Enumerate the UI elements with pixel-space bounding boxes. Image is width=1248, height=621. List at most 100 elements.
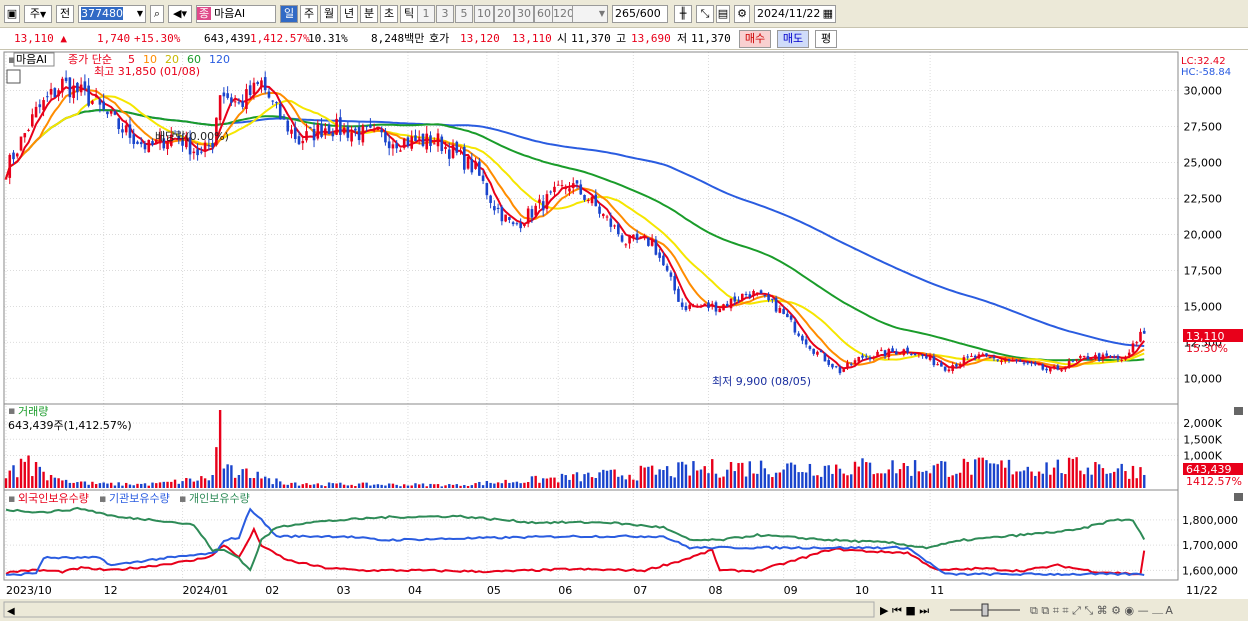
window-icon[interactable]: ▣ <box>4 5 20 23</box>
volume-bar <box>662 470 665 488</box>
volume-close-icon[interactable] <box>1234 407 1243 415</box>
candle-body <box>801 335 804 341</box>
candle-icon[interactable]: ╫ <box>674 5 692 23</box>
volume-bar <box>493 483 496 488</box>
interval-3[interactable]: 3 <box>436 5 454 23</box>
candle-body <box>617 224 620 235</box>
candle-body <box>778 307 782 313</box>
holdings-tick-label: 1,700,000 <box>1182 539 1238 552</box>
volume-bar <box>237 475 241 488</box>
candle-body <box>350 132 353 142</box>
volume-bar <box>876 473 879 488</box>
stock-chart[interactable]: 30,000 27,500 25,000 22,500 20,000 17,500 15,0… <box>0 50 1248 621</box>
tab-4[interactable]: 분 <box>360 5 378 23</box>
candle-body <box>1015 359 1018 361</box>
volume-bar <box>38 466 42 488</box>
volume-bar <box>188 478 192 488</box>
candle-body <box>996 359 1000 361</box>
buy-button[interactable]: 매수 <box>739 30 771 48</box>
tool-icons[interactable]: ⧉ ⧉ ⌗ ⌗ ⤢ ⤡ ⌘ ⚙ ◉ — ⎼ A <box>1030 604 1173 617</box>
volume-bar <box>632 479 635 488</box>
holdings-legend-0: 외국인보유수량 <box>18 492 89 505</box>
volume-bar <box>64 479 68 488</box>
volume-bar <box>406 485 410 488</box>
volume-bar <box>16 477 19 488</box>
horizontal-scrollbar[interactable] <box>3 601 875 618</box>
volume-bar <box>883 473 887 488</box>
save-icon[interactable]: ▤ <box>716 5 730 23</box>
volume-bar <box>906 466 909 488</box>
table-icon[interactable] <box>6 69 21 84</box>
candle-body <box>222 92 226 97</box>
tab-2[interactable]: 월 <box>320 5 338 23</box>
date-value: 2024/11/22 <box>757 7 821 20</box>
interval-120[interactable]: 120 <box>552 5 574 23</box>
tab-5[interactable]: 초 <box>380 5 398 23</box>
volume-bar <box>342 484 346 488</box>
line-tool-icon[interactable]: ⤡ <box>696 5 714 23</box>
candle-body <box>632 234 635 238</box>
zoom-slider-thumb[interactable] <box>981 603 989 617</box>
candle-body <box>226 93 229 98</box>
interval-30[interactable]: 30 <box>514 5 534 23</box>
change-percent: +15.30% <box>134 32 181 45</box>
current-pct-tag: 15.30% <box>1186 342 1228 355</box>
candle-body <box>94 96 98 98</box>
date-field[interactable]: 2024/11/22 ▦ <box>754 5 836 23</box>
candle-body <box>444 146 447 150</box>
candle-body <box>1071 360 1075 362</box>
candle-body <box>320 124 323 137</box>
volume-bar <box>804 472 808 488</box>
nav-next-icon[interactable]: ▶ ⏮ ■ ⏭ <box>880 604 929 617</box>
holdings-legend-dot: ▪ <box>8 492 15 505</box>
volume-bar <box>466 486 470 488</box>
tab-6[interactable]: 틱 <box>400 5 418 23</box>
candle-body <box>23 133 27 138</box>
candle-body <box>102 101 105 110</box>
volume-bar <box>162 481 165 488</box>
candle-body <box>256 82 259 85</box>
candle-body <box>4 178 8 180</box>
sell-button[interactable]: 매도 <box>777 30 809 48</box>
candle-body <box>752 290 755 296</box>
candle-body <box>586 200 590 202</box>
interval-5[interactable]: 5 <box>455 5 473 23</box>
scroll-left-icon[interactable]: ◀ <box>7 606 15 617</box>
interval-1[interactable]: 1 <box>417 5 435 23</box>
count-field[interactable]: 265/600 <box>612 5 668 23</box>
candle-body <box>583 194 586 200</box>
volume-bar <box>1049 474 1052 488</box>
avg-button[interactable]: 평 <box>815 30 837 48</box>
tab-3[interactable]: 년 <box>340 5 358 23</box>
code-input[interactable]: 377480 ▼ <box>78 5 146 23</box>
candle-body <box>545 194 549 210</box>
volume-bar <box>470 485 474 488</box>
tab-1[interactable]: 주 <box>300 5 318 23</box>
volume-bar <box>433 484 436 488</box>
tab-0[interactable]: 일 <box>280 5 298 23</box>
candle-body <box>500 206 504 222</box>
calendar-icon[interactable]: ▦ <box>823 6 833 22</box>
period-select[interactable]: 주▼ <box>24 5 52 23</box>
interval-60[interactable]: 60 <box>534 5 554 23</box>
custom-interval-select[interactable]: ▼ <box>572 5 608 23</box>
interval-20[interactable]: 20 <box>494 5 514 23</box>
holdings-close-icon[interactable] <box>1234 493 1243 501</box>
stock-name-field[interactable]: 종 마음AI <box>196 5 276 23</box>
volume-bar <box>973 459 977 488</box>
volume-bar <box>489 482 492 488</box>
prev-button[interactable]: 전 <box>56 5 74 23</box>
candle-body <box>109 111 113 114</box>
volume-bar <box>143 483 147 488</box>
gear-icon[interactable]: ⚙ <box>734 5 750 23</box>
interval-10[interactable]: 10 <box>474 5 494 23</box>
candle-body <box>361 125 365 143</box>
volume-bar <box>759 460 763 488</box>
hc-label: HC:-58.84 <box>1181 67 1231 78</box>
speaker-icon[interactable]: ◀▾ <box>168 5 192 23</box>
search-icon[interactable]: ⌕ <box>150 5 164 23</box>
volume-bar <box>624 479 628 488</box>
candle-body <box>857 356 861 362</box>
volume-bar <box>613 469 616 488</box>
volume-bar <box>917 471 921 488</box>
